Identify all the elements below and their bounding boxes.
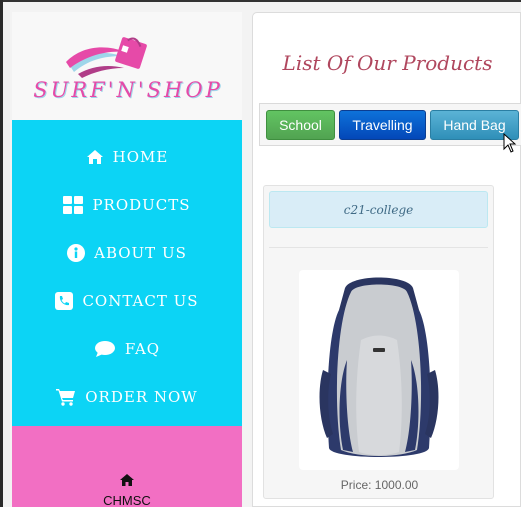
phone-icon [55,292,74,310]
nav-item-label: ABOUT US [94,244,187,262]
nav-item-faq[interactable]: FAQ [12,334,242,364]
nav-item-label: HOME [112,148,169,166]
grid-icon [63,196,84,214]
logo[interactable]: SURF'N'SHOP [12,12,242,120]
tab-travelling[interactable]: Travelling [339,110,426,140]
logo-text: SURF'N'SHOP [33,78,223,102]
home-icon [86,150,103,164]
category-tabs: School Travelling Hand Bag [259,103,521,146]
main-panel: List Of Our Products School Travelling H… [252,12,521,507]
nav-item-label: ORDER NOW [85,388,198,406]
product-price: Price: 1000.00 [340,478,419,492]
footer-label: CHMSC [103,493,151,507]
product-image[interactable] [299,270,459,470]
nav-item-label: PRODUCTS [92,196,191,214]
nav-item-products[interactable]: PRODUCTS [12,190,242,220]
product-name: c21-college [269,191,488,228]
nav-item-order-now[interactable]: ORDER NOW [12,382,242,412]
sidebar-footer: CHMSC [12,426,242,507]
info-icon [67,244,86,262]
chat-icon [94,341,115,357]
cart-icon [56,389,76,406]
nav-item-contact-us[interactable]: CONTACT US [12,286,242,316]
window-top-border [0,0,521,2]
home-icon[interactable] [120,474,134,486]
tab-school[interactable]: School [266,110,335,140]
mouse-cursor-icon [503,133,517,153]
divider [269,247,488,248]
nav-item-about-us[interactable]: ABOUT US [12,238,242,268]
sidebar: SURF'N'SHOP HOME PRODUCTS ABOUT US CONTA… [12,12,242,507]
page-title: List Of Our Products [282,51,493,75]
product-card[interactable]: c21-college Price: 1000.00 [263,185,494,499]
window-left-border [0,0,3,507]
nav-item-label: CONTACT US [82,292,199,310]
nav-item-label: FAQ [124,340,161,358]
sidebar-nav: HOME PRODUCTS ABOUT US CONTACT US FAQ OR… [12,120,242,426]
nav-item-home[interactable]: HOME [12,142,242,172]
backpack-image [319,277,439,457]
